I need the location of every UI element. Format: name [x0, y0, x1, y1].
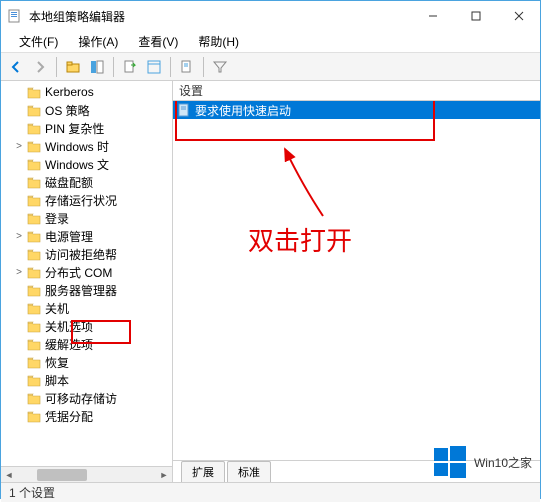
- up-button[interactable]: [62, 56, 84, 78]
- expander-icon[interactable]: [13, 356, 25, 368]
- toolbar-separator: [170, 57, 171, 77]
- tree-item-label: 凭据分配: [45, 408, 93, 425]
- scroll-left-button[interactable]: ◄: [1, 468, 17, 482]
- expander-icon[interactable]: [13, 194, 25, 206]
- annotation-text: 双击打开: [248, 221, 352, 258]
- toolbar-separator: [113, 57, 114, 77]
- expander-icon[interactable]: >: [13, 230, 25, 242]
- tree-item[interactable]: PIN 复杂性: [5, 119, 172, 137]
- expander-icon[interactable]: [13, 392, 25, 404]
- toolbar-separator: [56, 57, 57, 77]
- tree-item-label: Windows 时: [45, 138, 109, 155]
- expander-icon[interactable]: [13, 374, 25, 386]
- statusbar: 1 个设置: [1, 482, 540, 502]
- scroll-right-button[interactable]: ►: [156, 468, 172, 482]
- refresh-button[interactable]: [143, 56, 165, 78]
- expander-icon[interactable]: [13, 104, 25, 116]
- show-hide-button[interactable]: [86, 56, 108, 78]
- expander-icon[interactable]: >: [13, 140, 25, 152]
- tree-item-label: 服务器管理器: [45, 282, 117, 299]
- tab-standard[interactable]: 标准: [227, 461, 271, 482]
- close-button[interactable]: [497, 1, 540, 31]
- help-button[interactable]: [176, 56, 198, 78]
- tree-item-label: 存储运行状况: [45, 192, 117, 209]
- menu-file[interactable]: 文件(F): [9, 31, 68, 52]
- tree-item[interactable]: 登录: [5, 209, 172, 227]
- tree-item[interactable]: 脚本: [5, 371, 172, 389]
- tree-panel: Kerberos OS 策略PIN 复杂性 > Windows 时Windows 文磁…: [1, 81, 173, 482]
- tree-item-label: 脚本: [45, 372, 69, 389]
- expander-icon[interactable]: [13, 284, 25, 296]
- tree-item[interactable]: Kerberos: [5, 83, 172, 101]
- window-title: 本地组策略编辑器: [29, 8, 411, 25]
- tree-item[interactable]: Windows 文: [5, 155, 172, 173]
- menu-action[interactable]: 操作(A): [68, 31, 128, 52]
- content-area: Kerberos OS 策略PIN 复杂性 > Windows 时Windows 文磁…: [1, 81, 540, 482]
- expander-icon[interactable]: [13, 122, 25, 134]
- tree-item-label: 分布式 COM: [45, 264, 112, 281]
- annotation-highlight-list: [175, 101, 435, 141]
- expander-icon[interactable]: [13, 338, 25, 350]
- tree-item-label: 登录: [45, 210, 69, 227]
- tree-item[interactable]: 恢复: [5, 353, 172, 371]
- tree-item-label: 可移动存储访: [45, 390, 117, 407]
- tree-item-label: Windows 文: [45, 156, 109, 173]
- tree-item[interactable]: 磁盘配额: [5, 173, 172, 191]
- scroll-track[interactable]: [17, 468, 156, 482]
- minimize-button[interactable]: [411, 1, 454, 31]
- watermark: Win10之家: [432, 444, 532, 480]
- tree-item[interactable]: 关机: [5, 299, 172, 317]
- tree-item[interactable]: > 分布式 COM: [5, 263, 172, 281]
- forward-button[interactable]: [29, 56, 51, 78]
- expander-icon[interactable]: [13, 320, 25, 332]
- tree-item[interactable]: > Windows 时: [5, 137, 172, 155]
- tree-item-label: PIN 复杂性: [45, 120, 104, 137]
- tree-item[interactable]: 服务器管理器: [5, 281, 172, 299]
- scroll-thumb[interactable]: [37, 469, 87, 481]
- details-panel: 设置 要求使用快速启动 双击打开 扩展 标准: [173, 81, 540, 482]
- list-body: 要求使用快速启动 双击打开: [173, 101, 540, 460]
- menu-view[interactable]: 查看(V): [128, 31, 188, 52]
- tree-item-label: 电源管理: [45, 228, 93, 245]
- tab-extended[interactable]: 扩展: [181, 461, 225, 482]
- tree-item[interactable]: > 电源管理: [5, 227, 172, 245]
- tree-item[interactable]: 存储运行状况: [5, 191, 172, 209]
- maximize-button[interactable]: [454, 1, 497, 31]
- expander-icon[interactable]: [13, 302, 25, 314]
- menu-help[interactable]: 帮助(H): [188, 31, 249, 52]
- tree-item-label: Kerberos: [45, 85, 94, 99]
- tree-item-label: 磁盘配额: [45, 174, 93, 191]
- back-button[interactable]: [5, 56, 27, 78]
- expander-icon[interactable]: [13, 410, 25, 422]
- titlebar: 本地组策略编辑器: [1, 1, 540, 31]
- toolbar-separator: [203, 57, 204, 77]
- tree-item-label: 关机: [45, 300, 69, 317]
- tree-item-label: 恢复: [45, 354, 69, 371]
- tree-horizontal-scrollbar[interactable]: ◄ ►: [1, 466, 172, 482]
- expander-icon[interactable]: [13, 248, 25, 260]
- watermark-text: Win10之家: [474, 454, 532, 471]
- list-column-header[interactable]: 设置: [173, 81, 540, 101]
- export-button[interactable]: [119, 56, 141, 78]
- menubar: 文件(F) 操作(A) 查看(V) 帮助(H): [1, 31, 540, 53]
- main-window: 本地组策略编辑器 文件(F) 操作(A) 查看(V) 帮助(H) Kerbero…: [0, 0, 541, 499]
- expander-icon[interactable]: [13, 158, 25, 170]
- tree-item[interactable]: 访问被拒绝帮: [5, 245, 172, 263]
- tree-item[interactable]: 可移动存储访: [5, 389, 172, 407]
- annotation-arrow: [273, 141, 333, 221]
- toolbar: [1, 53, 540, 81]
- tree-item-label: 访问被拒绝帮: [45, 246, 117, 263]
- tree-item[interactable]: OS 策略: [5, 101, 172, 119]
- app-icon: [7, 8, 23, 24]
- annotation-highlight-tree: [71, 320, 131, 344]
- expander-icon[interactable]: [13, 212, 25, 224]
- tree-item-label: OS 策略: [45, 102, 90, 119]
- status-text: 1 个设置: [9, 484, 55, 501]
- tree-item[interactable]: 凭据分配: [5, 407, 172, 425]
- windows-logo-icon: [432, 444, 468, 480]
- expander-icon[interactable]: [13, 176, 25, 188]
- filter-button[interactable]: [209, 56, 231, 78]
- expander-icon[interactable]: [13, 86, 25, 98]
- expander-icon[interactable]: >: [13, 266, 25, 278]
